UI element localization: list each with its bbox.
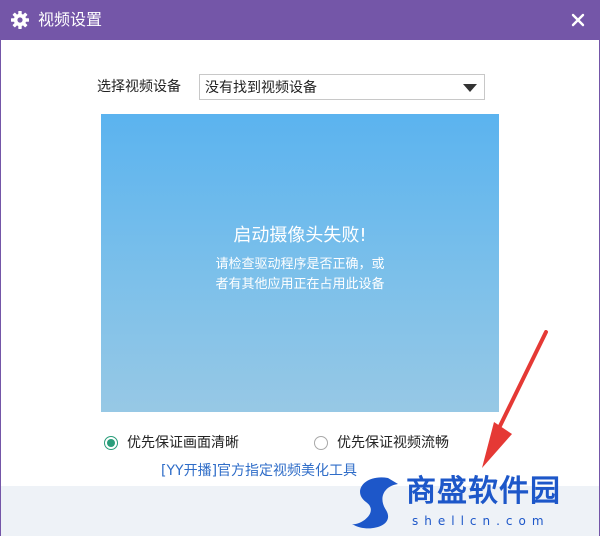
close-button[interactable] bbox=[566, 8, 590, 32]
radio-clarity-label: 优先保证画面清晰 bbox=[127, 435, 239, 451]
close-icon bbox=[571, 13, 585, 27]
radio-smoothness[interactable]: 优先保证视频流畅 bbox=[314, 434, 449, 452]
camera-error-title: 启动摄像头失败! bbox=[233, 225, 367, 246]
radio-dot-checked bbox=[104, 436, 118, 450]
beauty-tool-link[interactable]: [YY开播]官方指定视频美化工具 bbox=[161, 462, 357, 480]
red-arrow-annotation bbox=[482, 330, 548, 468]
gear-icon bbox=[11, 11, 29, 29]
caret-down-icon bbox=[463, 84, 477, 92]
watermark-domain: shellcn.com bbox=[412, 514, 550, 528]
watermark-text: 商盛软件园 bbox=[406, 474, 561, 509]
radio-clarity[interactable]: 优先保证画面清晰 bbox=[104, 434, 239, 452]
window-title: 视频设置 bbox=[38, 10, 103, 29]
device-select-label: 选择视频设备 bbox=[97, 79, 181, 95]
radio-smoothness-label: 优先保证视频流畅 bbox=[337, 435, 449, 451]
camera-preview: 启动摄像头失败! 请检查驱动程序是否正确，或 者有其他应用正在占用此设备 bbox=[101, 114, 499, 412]
radio-dot-unchecked bbox=[314, 436, 328, 450]
camera-error-line1: 请检查驱动程序是否正确，或 bbox=[215, 257, 385, 272]
video-device-dropdown[interactable]: 没有找到视频设备 bbox=[199, 74, 485, 100]
watermark-logo-icon bbox=[352, 477, 398, 529]
site-watermark: 商盛软件园 shellcn.com bbox=[340, 470, 598, 536]
title-bar: 视频设置 bbox=[0, 0, 600, 40]
camera-error-line2: 者有其他应用正在占用此设备 bbox=[215, 277, 385, 292]
device-select-value: 没有找到视频设备 bbox=[205, 80, 317, 96]
